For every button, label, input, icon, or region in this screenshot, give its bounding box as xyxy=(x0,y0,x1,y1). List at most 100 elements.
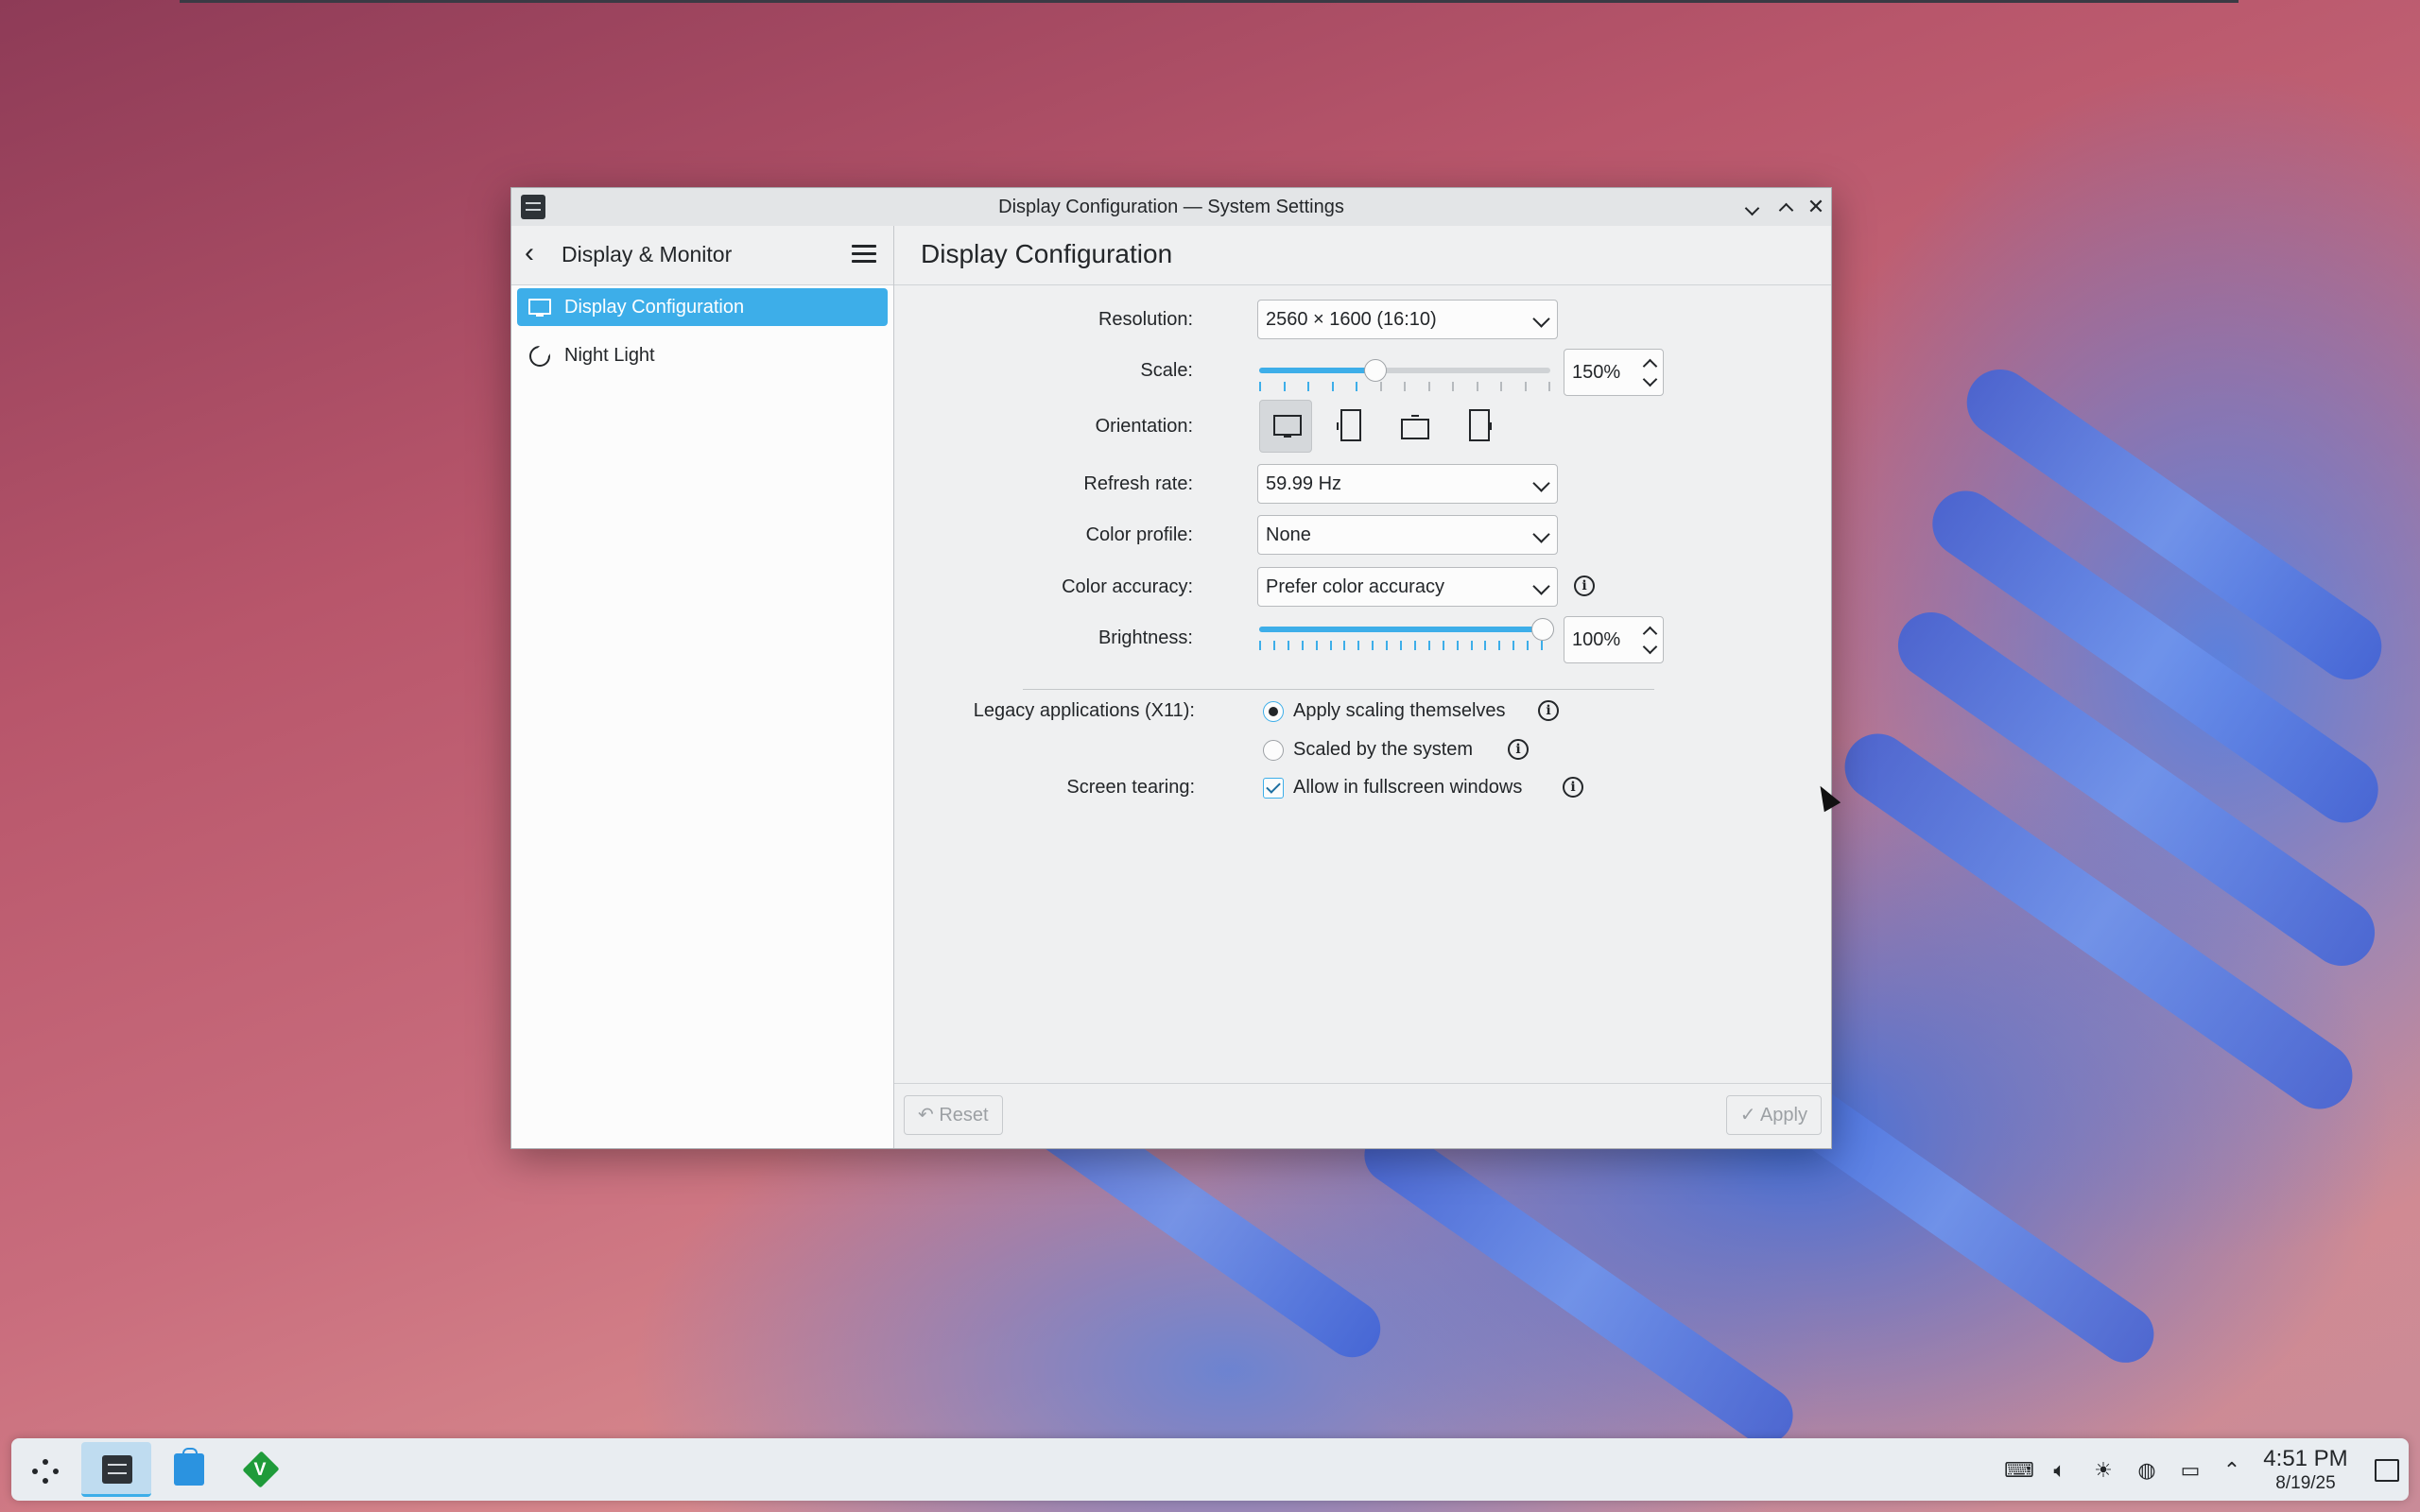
page-title: Display Configuration xyxy=(921,239,1173,268)
network-icon[interactable]: ◍ xyxy=(2135,1459,2159,1482)
allow-fullscreen-tearing-checkbox[interactable] xyxy=(1263,778,1284,799)
close-button[interactable]: ✕ xyxy=(1803,194,1829,220)
color-profile-value: None xyxy=(1266,524,1311,545)
slider-tick xyxy=(1386,641,1388,650)
slider-tick xyxy=(1302,641,1304,650)
maximize-button[interactable] xyxy=(1772,194,1799,220)
undo-icon: ↶ xyxy=(918,1105,934,1125)
clock-date[interactable]: 8/19/25 xyxy=(2254,1473,2358,1494)
slider-tick xyxy=(1525,382,1527,391)
chevron-down-icon xyxy=(1532,301,1550,338)
keyboard-icon[interactable]: ⌨ xyxy=(2004,1459,2034,1482)
sidebar-header: ‹ Display & Monitor xyxy=(511,226,893,285)
sidebar-item-label: Display Configuration xyxy=(564,296,745,318)
sidebar-item-night-light[interactable]: Night Light xyxy=(517,336,888,374)
brightness-label: Brightness: xyxy=(1098,627,1193,648)
spin-arrows-icon xyxy=(1642,355,1658,389)
color-profile-select[interactable]: None xyxy=(1257,515,1558,555)
reset-label: Reset xyxy=(939,1105,989,1125)
minimize-icon xyxy=(1744,200,1759,216)
resolution-select[interactable]: 2560 × 1600 (16:10) xyxy=(1257,300,1558,339)
orientation-flipped-button[interactable] xyxy=(1388,400,1441,453)
brightness-ticks xyxy=(1259,641,1543,652)
hamburger-menu-button[interactable] xyxy=(852,245,876,266)
taskbar-gvim[interactable] xyxy=(225,1442,295,1497)
allow-fullscreen-tearing-label[interactable]: Allow in fullscreen windows xyxy=(1293,777,1522,799)
slider-tick xyxy=(1512,641,1514,650)
brightness-icon[interactable]: ☀ xyxy=(2091,1459,2116,1482)
legacy-apps-label: Legacy applications (X11): xyxy=(973,700,1195,721)
color-accuracy-select[interactable]: Prefer color accuracy xyxy=(1257,567,1558,607)
screen-tearing-info-icon[interactable]: i xyxy=(1563,777,1583,798)
slider-tick xyxy=(1541,641,1543,650)
maximize-icon xyxy=(1778,202,1793,218)
system-settings-window: Display Configuration — System Settings … xyxy=(510,187,1832,1149)
application-launcher-button[interactable] xyxy=(11,1442,81,1497)
scale-spinbox[interactable]: 150% xyxy=(1564,349,1664,396)
brightness-slider-handle[interactable] xyxy=(1531,618,1554,641)
scaled-by-system-radio[interactable] xyxy=(1263,740,1284,761)
apply-scaling-themselves-label[interactable]: Apply scaling themselves xyxy=(1293,700,1506,722)
minimize-button[interactable] xyxy=(1738,194,1765,220)
slider-tick xyxy=(1330,641,1332,650)
slider-tick xyxy=(1307,382,1309,391)
slider-tick xyxy=(1332,382,1334,391)
slider-tick xyxy=(1484,641,1486,650)
slider-tick xyxy=(1527,641,1529,650)
scale-slider-handle[interactable] xyxy=(1364,359,1387,382)
window-titlebar[interactable]: Display Configuration — System Settings … xyxy=(511,188,1831,226)
slider-tick xyxy=(1443,641,1444,650)
scale-value: 150% xyxy=(1572,362,1621,383)
night-light-icon xyxy=(528,344,551,367)
reset-button[interactable]: ↶ Reset xyxy=(904,1095,1003,1135)
taskbar-system-settings[interactable] xyxy=(81,1442,151,1497)
apply-scaling-info-icon[interactable]: i xyxy=(1538,700,1559,721)
back-button[interactable]: ‹ xyxy=(525,239,551,267)
orientation-landscape-button[interactable] xyxy=(1259,400,1312,453)
slider-tick xyxy=(1357,641,1359,650)
slider-tick xyxy=(1500,382,1502,391)
slider-tick xyxy=(1316,641,1318,650)
gvim-icon xyxy=(242,1451,280,1488)
brightness-value: 100% xyxy=(1572,629,1621,650)
slider-tick xyxy=(1477,382,1478,391)
landscape-flipped-icon xyxy=(1401,415,1429,439)
apply-scaling-themselves-radio[interactable] xyxy=(1263,701,1284,722)
display-icon[interactable]: ▭ xyxy=(2178,1459,2203,1482)
color-accuracy-info-icon[interactable]: i xyxy=(1574,576,1595,596)
scaled-by-system-info-icon[interactable]: i xyxy=(1508,739,1529,760)
slider-tick xyxy=(1400,641,1402,650)
color-accuracy-label: Color accuracy: xyxy=(1062,576,1193,597)
brightness-slider-fill xyxy=(1259,627,1543,632)
slider-tick xyxy=(1380,382,1382,391)
show-desktop-button[interactable] xyxy=(2375,1459,2399,1482)
portrait-right-icon xyxy=(1469,409,1492,441)
refresh-rate-value: 59.99 Hz xyxy=(1266,473,1342,494)
window-title: Display Configuration — System Settings xyxy=(998,197,1344,217)
apply-button[interactable]: ✓ Apply xyxy=(1725,1095,1822,1135)
brightness-slider[interactable] xyxy=(1259,618,1554,650)
checkmark-icon: ✓ xyxy=(1739,1105,1756,1125)
resolution-label: Resolution: xyxy=(1098,309,1193,330)
sidebar-item-display-configuration[interactable]: Display Configuration xyxy=(517,288,888,326)
expand-tray-icon[interactable]: ⌃ xyxy=(2220,1459,2244,1482)
scaled-by-system-label[interactable]: Scaled by the system xyxy=(1293,739,1473,761)
brightness-spinbox[interactable]: 100% xyxy=(1564,616,1664,663)
slider-tick xyxy=(1428,382,1430,391)
monitor-icon xyxy=(528,296,551,318)
slider-tick xyxy=(1288,641,1289,650)
scale-slider[interactable] xyxy=(1259,359,1550,391)
orientation-portrait-right-button[interactable] xyxy=(1452,400,1505,453)
chevron-down-icon xyxy=(1532,568,1550,606)
landscape-icon xyxy=(1273,415,1302,438)
refresh-rate-select[interactable]: 59.99 Hz xyxy=(1257,464,1558,504)
slider-tick xyxy=(1498,641,1500,650)
clock-time[interactable]: 4:51 PM xyxy=(2254,1446,2358,1472)
slider-tick xyxy=(1428,641,1430,650)
taskbar-discover[interactable] xyxy=(153,1442,223,1497)
system-settings-icon xyxy=(102,1455,132,1484)
slider-tick xyxy=(1259,641,1261,650)
orientation-portrait-left-button[interactable] xyxy=(1323,400,1376,453)
color-accuracy-value: Prefer color accuracy xyxy=(1266,576,1444,597)
volume-icon[interactable]: 🔈︎ xyxy=(2048,1459,2072,1482)
